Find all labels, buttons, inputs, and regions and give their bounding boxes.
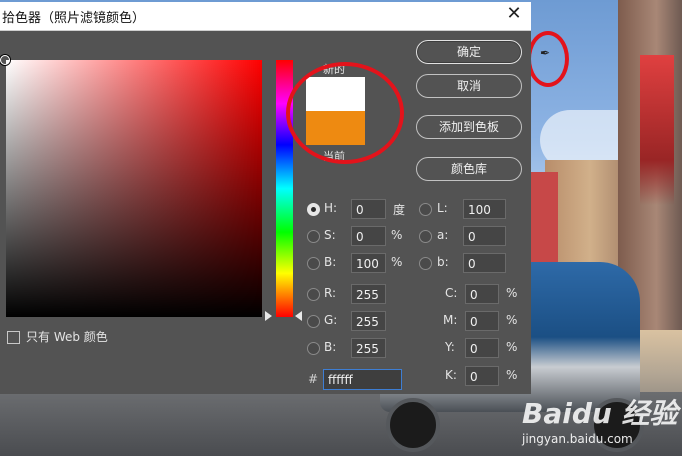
color-picker-dialog: 拾色器（照片滤镜颜色） ✕ 只有 Web 颜色 新的 当前 确定 取消 添加到色…: [0, 2, 531, 394]
eyedropper-cursor-icon: ✒: [540, 46, 551, 60]
color-field-cursor[interactable]: [0, 55, 10, 65]
photo-laundry: [640, 55, 674, 205]
yellow-input[interactable]: 0: [465, 338, 499, 358]
saturation-input[interactable]: 0: [351, 226, 386, 246]
magenta-label: M:: [443, 313, 458, 327]
lab-l-input[interactable]: 100: [463, 199, 506, 219]
blue-input[interactable]: 255: [351, 338, 386, 358]
brightness-label: B:: [324, 255, 337, 269]
radio-lightness[interactable]: [419, 203, 432, 216]
only-web-colors-checkbox[interactable]: [7, 331, 20, 344]
lab-l-label: L:: [437, 201, 448, 215]
hex-input[interactable]: ffffff: [323, 369, 402, 390]
red-input[interactable]: 255: [351, 284, 386, 304]
hue-label: H:: [324, 201, 338, 215]
watermark-url: jingyan.baidu.com: [522, 432, 633, 446]
magenta-unit: %: [506, 313, 518, 327]
cyan-label: C:: [445, 286, 458, 300]
saturation-label: S:: [324, 228, 336, 242]
hue-input[interactable]: 0: [351, 199, 386, 219]
hue-slider-handle-right[interactable]: [295, 311, 302, 321]
baidu-watermark: Baidu 经验 jingyan.baidu.com: [522, 392, 678, 452]
green-input[interactable]: 255: [351, 311, 386, 331]
brightness-input[interactable]: 100: [351, 253, 386, 273]
highlight-circle-swatches: [286, 62, 404, 164]
dialog-title: 拾色器（照片滤镜颜色）: [2, 11, 146, 26]
hue-unit: 度: [393, 203, 406, 217]
red-label: R:: [324, 286, 337, 300]
close-icon[interactable]: ✕: [505, 5, 523, 23]
lab-b-label: b:: [437, 255, 449, 269]
lab-a-input[interactable]: 0: [463, 226, 506, 246]
color-libraries-button[interactable]: 颜色库: [416, 157, 522, 181]
lab-b-input[interactable]: 0: [463, 253, 506, 273]
radio-saturation[interactable]: [307, 230, 320, 243]
radio-brightness[interactable]: [307, 257, 320, 270]
black-unit: %: [506, 368, 518, 382]
cancel-button[interactable]: 取消: [416, 74, 522, 98]
yellow-label: Y:: [445, 340, 455, 354]
lab-a-label: a:: [437, 228, 449, 242]
blue-label: B:: [324, 340, 337, 354]
radio-lab-a[interactable]: [419, 230, 432, 243]
radio-green[interactable]: [307, 315, 320, 328]
hex-label: #: [308, 372, 319, 386]
radio-hue[interactable]: [307, 203, 320, 216]
hue-slider-handle-left[interactable]: [265, 311, 272, 321]
photo-car-wheel: [386, 398, 440, 452]
only-web-colors-label: 只有 Web 颜色: [26, 330, 108, 344]
cyan-unit: %: [506, 286, 518, 300]
saturation-brightness-field[interactable]: [6, 60, 262, 317]
dialog-titlebar: 拾色器（照片滤镜颜色） ✕: [0, 2, 531, 31]
radio-blue[interactable]: [307, 342, 320, 355]
yellow-unit: %: [506, 340, 518, 354]
radio-red[interactable]: [307, 288, 320, 301]
cyan-input[interactable]: 0: [465, 284, 499, 304]
magenta-input[interactable]: 0: [465, 311, 499, 331]
add-to-swatches-button[interactable]: 添加到色板: [416, 115, 522, 139]
radio-lab-b[interactable]: [419, 257, 432, 270]
ok-button[interactable]: 确定: [416, 40, 522, 64]
brightness-unit: %: [391, 255, 403, 269]
baidu-logo: Baidu 经验: [522, 397, 678, 430]
saturation-unit: %: [391, 228, 403, 242]
black-input[interactable]: 0: [465, 366, 499, 386]
black-label: K:: [445, 368, 457, 382]
green-label: G:: [324, 313, 338, 327]
